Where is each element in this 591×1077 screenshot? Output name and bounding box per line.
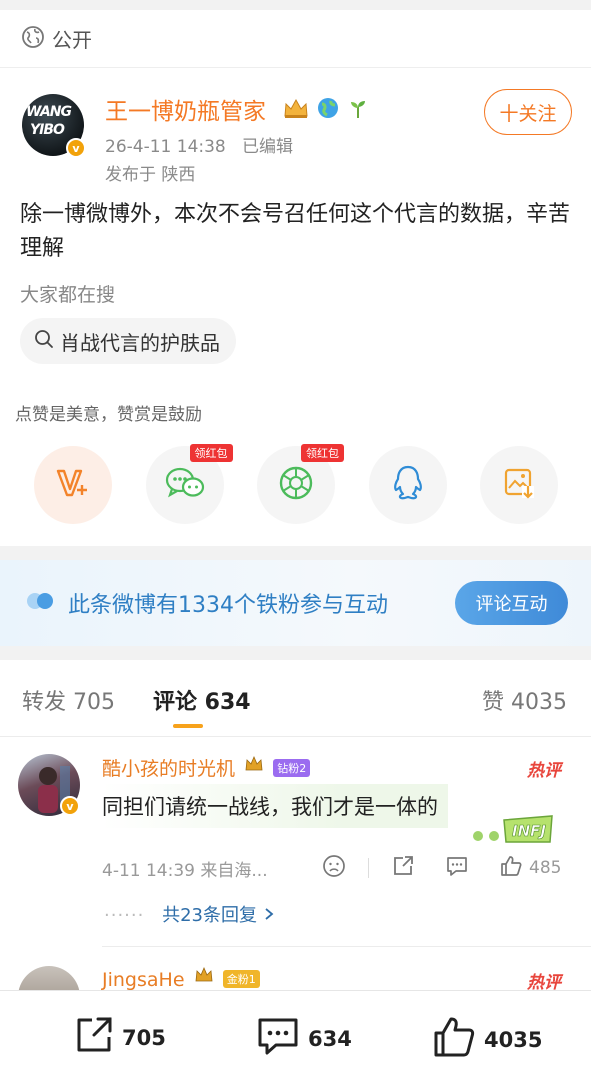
comment-meta: 4-11 14:39 来自海... [102, 861, 268, 881]
post-content: 除一博微博外，本次不会号召任何这个代言的数据，辛苦理解 [20, 202, 571, 261]
share-qq-button[interactable] [368, 446, 447, 524]
infj-sticker-icon: INFJ [470, 812, 556, 850]
svg-text:INFJ: INFJ [512, 822, 546, 840]
post-time: 26-4-11 14:38 [105, 137, 226, 157]
bottom-repost-count: 705 [122, 1025, 166, 1050]
tabs-divider [0, 736, 591, 737]
dislike-icon[interactable] [322, 854, 346, 882]
share-moments-button[interactable]: 领红包 [257, 444, 344, 524]
search-chip-label: 肖战代言的护肤品 [60, 330, 220, 355]
fan-banner-text: 此条微博有1334个铁粉参与互动 [68, 593, 388, 618]
bottom-like-button[interactable]: 4035 [424, 1015, 542, 1064]
globe-icon [22, 25, 44, 52]
commenter-name[interactable]: 酷小孩的时光机 [102, 758, 235, 780]
crown-badge-icon [282, 96, 310, 124]
reward-button[interactable] [34, 446, 112, 524]
sprout-badge-icon [346, 96, 370, 124]
bottom-action-bar: 705 634 4035 [0, 990, 591, 1077]
crown-icon [194, 966, 214, 988]
share-icon[interactable] [391, 854, 415, 882]
bottom-like-count: 4035 [484, 1027, 543, 1052]
like-hint: 点赞是美意，赞赏是鼓励 [15, 405, 202, 425]
moments-icon [277, 464, 315, 506]
avatar-text-line2: YIBO [30, 122, 65, 138]
search-section-title: 大家都在搜 [20, 284, 116, 306]
reward-v-icon [55, 467, 91, 503]
follow-button[interactable]: 十关注 [484, 89, 572, 135]
comment-bubble-icon [256, 1015, 300, 1062]
view-replies-link[interactable]: ······ 共23条回复 [104, 901, 275, 927]
comment-actions: 485 [322, 854, 561, 882]
reply-dots: ······ [104, 905, 145, 926]
search-chip[interactable]: 肖战代言的护肤品 [20, 318, 236, 364]
comment-header: 酷小孩的时光机 钻粉2 [102, 754, 311, 781]
comment-icon[interactable] [445, 854, 469, 882]
comment-like-count: 485 [529, 858, 562, 878]
comment-interact-button[interactable]: 评论互动 [455, 581, 568, 625]
bottom-comment-button[interactable]: 634 [248, 1015, 352, 1062]
commenter-verified-icon: v [60, 796, 80, 816]
qq-icon [391, 464, 425, 506]
author-badges [282, 96, 370, 124]
tab-repost[interactable]: 转发 705 [22, 684, 115, 716]
avatar-text-line1: WANG [26, 104, 72, 120]
search-icon [34, 329, 54, 354]
post-card: WANG YIBO v 王一博奶瓶管家 26-4-11 14:38 已编辑 发布… [0, 68, 591, 546]
hot-comment-badge: 热评 [527, 761, 561, 781]
bottom-comment-count: 634 [308, 1026, 352, 1051]
post-location: 发布于 陕西 [105, 165, 196, 185]
action-divider [368, 858, 369, 878]
post-meta-time: 26-4-11 14:38 已编辑 [105, 132, 293, 157]
comment-text: 同担们请统一战线，我们才是一体的 [102, 784, 448, 828]
red-packet-tag: 领红包 [301, 444, 344, 462]
chevron-right-icon [263, 905, 275, 926]
fan-level-badge: 钻粉2 [273, 759, 311, 777]
comment-header: JingsaHe 金粉1 [102, 966, 260, 991]
tab-like[interactable]: 赞 4035 [482, 684, 567, 716]
crown-icon [244, 755, 264, 777]
active-tab-indicator [173, 724, 203, 728]
author-name[interactable]: 王一博奶瓶管家 [105, 92, 266, 126]
earth-badge-icon [316, 96, 340, 124]
red-packet-tag: 领红包 [189, 444, 233, 462]
comment-divider [102, 946, 591, 947]
fan-interaction-banner: 此条微博有1334个铁粉参与互动 评论互动 [0, 560, 591, 646]
share-row: 领红包 领红包 [34, 444, 558, 524]
verified-badge-icon: v [66, 138, 86, 158]
fan-banner-icon [24, 591, 58, 615]
visibility-label: 公开 [52, 28, 92, 52]
post-edited: 已编辑 [241, 137, 293, 157]
save-image-icon [502, 466, 536, 504]
commenter-name[interactable]: JingsaHe [102, 969, 185, 991]
tab-comment[interactable]: 评论 634 [153, 684, 251, 716]
repost-icon [74, 1015, 114, 1060]
visibility-bar: 公开 [0, 10, 591, 68]
like-icon[interactable] [499, 854, 523, 882]
fan-level-badge: 金粉1 [222, 970, 260, 988]
save-image-button[interactable] [480, 446, 558, 524]
thumbs-up-icon [432, 1015, 476, 1064]
bottom-repost-button[interactable]: 705 [66, 1015, 166, 1060]
replies-count: 共23条回复 [162, 905, 257, 926]
wechat-icon [164, 465, 206, 505]
share-wechat-button[interactable]: 领红包 [145, 444, 233, 524]
comments-section: 转发 705 评论 634 赞 4035 v 酷小孩的时光机 钻粉2 热评 同担… [0, 660, 591, 1028]
